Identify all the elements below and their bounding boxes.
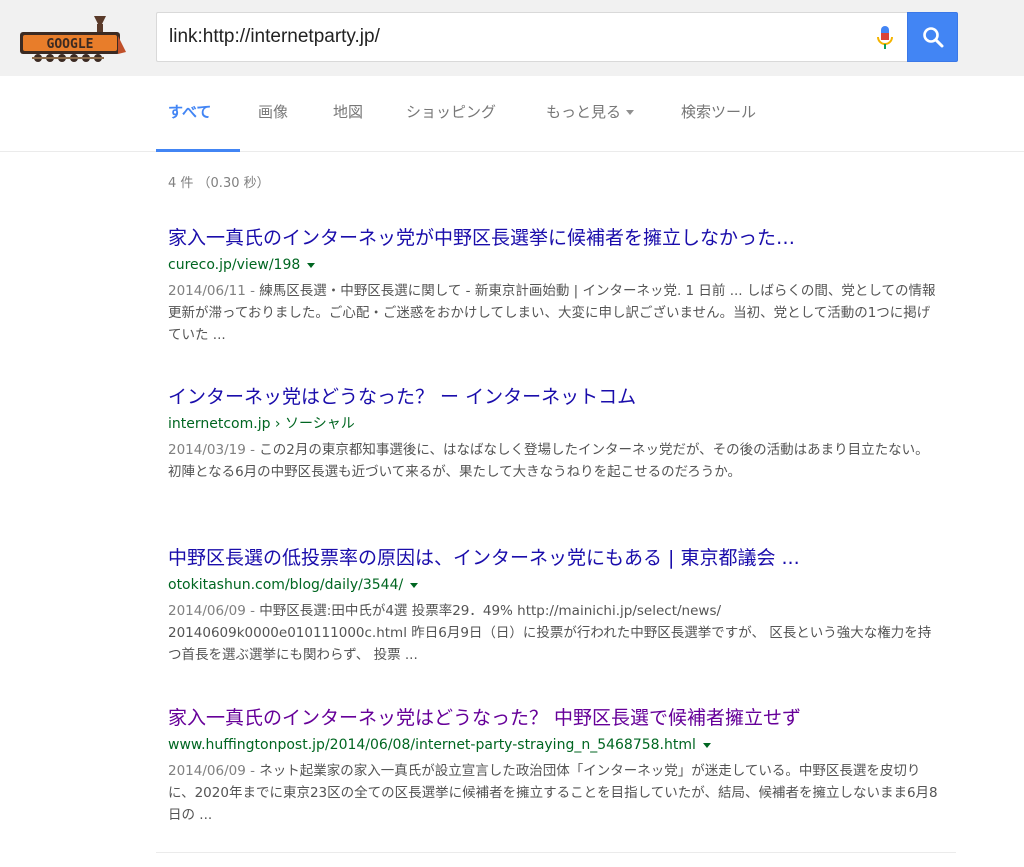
tab-more-label: もっと見る <box>546 103 622 121</box>
result-snippet: 2014/06/09 - 中野区長選:田中氏が4選 投票率29．49% http… <box>168 600 938 666</box>
result-url-text: internetcom.jp › ソーシャル <box>168 416 355 432</box>
tab-search-tools[interactable]: 検索ツール <box>681 101 756 122</box>
result-snippet-text: 練馬区長選・中野区長選に関して - 新東京計画始動 | インターネッ党. 1 日… <box>168 283 936 343</box>
search-icon <box>923 27 944 48</box>
result-title-link[interactable]: 家入一真氏のインターネッ党が中野区長選挙に候補者を擁立しなかった… <box>168 226 938 250</box>
tab-maps[interactable]: 地図 <box>333 101 363 122</box>
result-url: www.huffingtonpost.jp/2014/06/08/interne… <box>168 736 938 754</box>
result-date: 2014/06/09 - <box>168 603 260 619</box>
google-doodle-logo[interactable]: GOOGLE <box>14 14 128 68</box>
result-snippet: 2014/06/09 - ネット起業家の家入一真氏が設立宣言した政治団体「インタ… <box>168 760 938 826</box>
result-title-link[interactable]: 中野区長選の低投票率の原因は、インターネッ党にもある | 東京都議会 ... <box>168 546 938 570</box>
result-url: internetcom.jp › ソーシャル <box>168 415 938 433</box>
divider <box>156 852 956 853</box>
search-box <box>156 12 908 62</box>
result-snippet: 2014/03/19 - この2月の東京都知事選後に、はなばなしく登場したインタ… <box>168 439 938 483</box>
search-tabs: すべて 画像 地図 ショッピング もっと見る 検索ツール <box>0 76 1024 152</box>
result-stats: 4 件 （0.30 秒） <box>168 176 270 191</box>
search-result: 家入一真氏のインターネッ党が中野区長選挙に候補者を擁立しなかった… cureco… <box>168 226 938 346</box>
result-title-link[interactable]: インターネッ党はどうなった？ ー インターネットコム <box>168 385 938 409</box>
result-snippet-text: この2月の東京都知事選後に、はなばなしく登場したインターネッ党だが、その後の活動… <box>168 442 929 480</box>
result-title-link[interactable]: 家入一真氏のインターネッ党はどうなった？ 中野区長選で候補者擁立せず <box>168 706 938 730</box>
tab-images[interactable]: 画像 <box>258 101 288 122</box>
chevron-down-icon <box>626 110 635 115</box>
active-tab-indicator <box>156 149 240 152</box>
search-button[interactable] <box>907 12 958 62</box>
tab-more[interactable]: もっと見る <box>546 101 635 122</box>
url-dropdown-icon[interactable] <box>410 582 419 588</box>
search-result: 中野区長選の低投票率の原因は、インターネッ党にもある | 東京都議会 ... o… <box>168 546 938 666</box>
search-input[interactable] <box>169 13 849 61</box>
result-url: cureco.jp/view/198 <box>168 256 938 274</box>
result-date: 2014/06/09 - <box>168 763 260 779</box>
search-result: 家入一真氏のインターネッ党はどうなった？ 中野区長選で候補者擁立せず www.h… <box>168 706 938 826</box>
result-url-text: www.huffingtonpost.jp/2014/06/08/interne… <box>168 737 696 753</box>
result-url: otokitashun.com/blog/daily/3544/ <box>168 576 938 594</box>
tab-shopping[interactable]: ショッピング <box>406 101 496 122</box>
result-url-text: otokitashun.com/blog/daily/3544/ <box>168 577 404 593</box>
result-date: 2014/03/19 - <box>168 442 260 458</box>
result-snippet: 2014/06/11 - 練馬区長選・中野区長選に関して - 新東京計画始動 |… <box>168 280 938 346</box>
url-dropdown-icon[interactable] <box>307 262 316 268</box>
search-result: インターネッ党はどうなった？ ー インターネットコム internetcom.j… <box>168 385 938 483</box>
result-url-text: cureco.jp/view/198 <box>168 257 301 273</box>
tab-all[interactable]: すべて <box>168 101 211 122</box>
logo-text: GOOGLE <box>47 37 94 52</box>
result-date: 2014/06/11 - <box>168 283 260 299</box>
result-snippet-text: ネット起業家の家入一真氏が設立宣言した政治団体「インターネッ党」が迷走している。… <box>168 763 938 823</box>
result-snippet-text: 中野区長選:田中氏が4選 投票率29．49% http://mainichi.j… <box>168 603 932 663</box>
header: GOOGLE <box>0 0 1024 76</box>
url-dropdown-icon[interactable] <box>702 742 711 748</box>
microphone-icon[interactable] <box>873 24 897 52</box>
